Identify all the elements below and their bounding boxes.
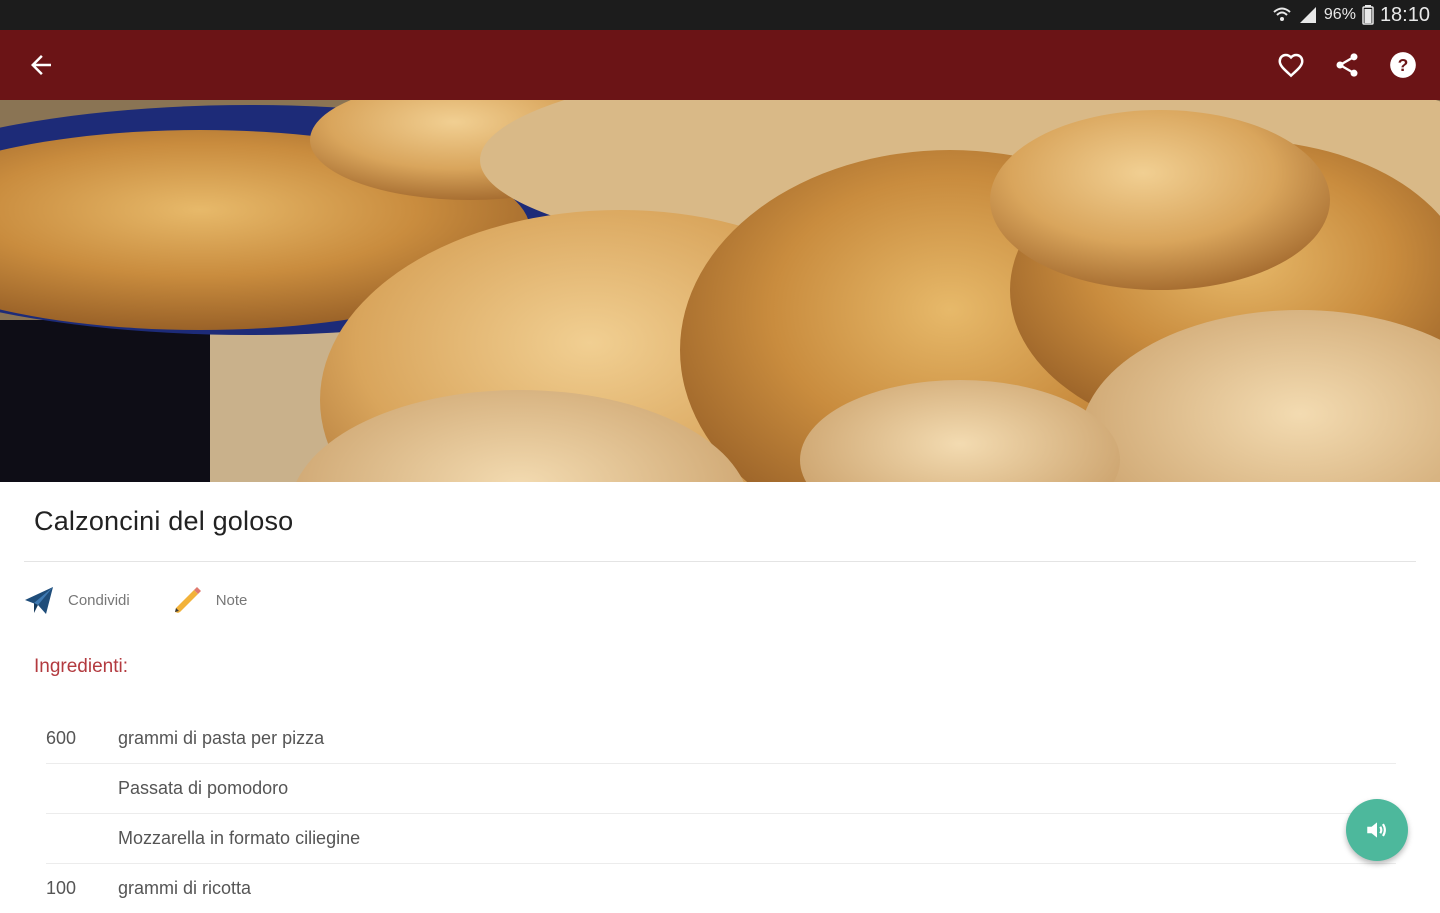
list-item: 100 grammi di ricotta: [46, 864, 1396, 913]
svg-text:?: ?: [1398, 55, 1409, 75]
ingredient-qty: 100: [46, 878, 77, 898]
list-item: Passata di pomodoro: [46, 764, 1396, 814]
status-bar: 96% 18:10: [0, 0, 1440, 30]
share-recipe-button[interactable]: Condividi: [22, 583, 130, 617]
battery-percent: 96%: [1323, 6, 1356, 23]
paper-plane-icon: [25, 587, 53, 614]
share-button[interactable]: [1330, 48, 1364, 82]
notes-label: Note: [215, 591, 248, 609]
back-button[interactable]: [26, 50, 56, 80]
ingredients-heading: Ingredienti:: [34, 656, 129, 677]
favorite-button[interactable]: [1274, 48, 1308, 82]
app-bar: ?: [0, 30, 1440, 100]
read-aloud-button[interactable]: [1346, 799, 1408, 861]
heart-icon: [1278, 53, 1304, 78]
share-recipe-label: Condividi: [68, 591, 130, 609]
pencil-icon: [174, 587, 201, 613]
wifi-icon: [1273, 7, 1291, 21]
recipe-photo: [0, 100, 1440, 482]
list-item: Mozzarella in formato ciliegine: [46, 814, 1396, 864]
help-icon: ?: [1390, 52, 1416, 78]
arrow-left-icon: [31, 55, 51, 75]
notes-button[interactable]: Note: [170, 583, 248, 617]
list-item: 600 grammi di pasta per pizza: [46, 714, 1396, 764]
ingredient-name: grammi di ricotta: [118, 878, 252, 898]
help-button[interactable]: ?: [1386, 48, 1420, 82]
ingredient-qty: 600: [46, 728, 77, 748]
speaker-icon: [1367, 822, 1386, 838]
signal-icon: [1299, 7, 1316, 23]
recipe-title: Calzoncini del goloso: [34, 506, 294, 536]
share-icon: [1336, 53, 1358, 77]
ingredient-name: Passata di pomodoro: [118, 778, 289, 798]
ingredients-list: 600 grammi di pasta per pizza Passata di…: [46, 714, 1396, 913]
ingredient-name: grammi di pasta per pizza: [118, 728, 325, 748]
ingredient-name: Mozzarella in formato ciliegine: [118, 828, 361, 848]
recipe-actions: Condividi Note: [22, 583, 287, 617]
recipe-photo-illustration: [0, 100, 1440, 482]
clock-time: 18:10: [1379, 3, 1430, 26]
title-divider: [24, 561, 1416, 562]
battery-icon: [1362, 5, 1374, 25]
